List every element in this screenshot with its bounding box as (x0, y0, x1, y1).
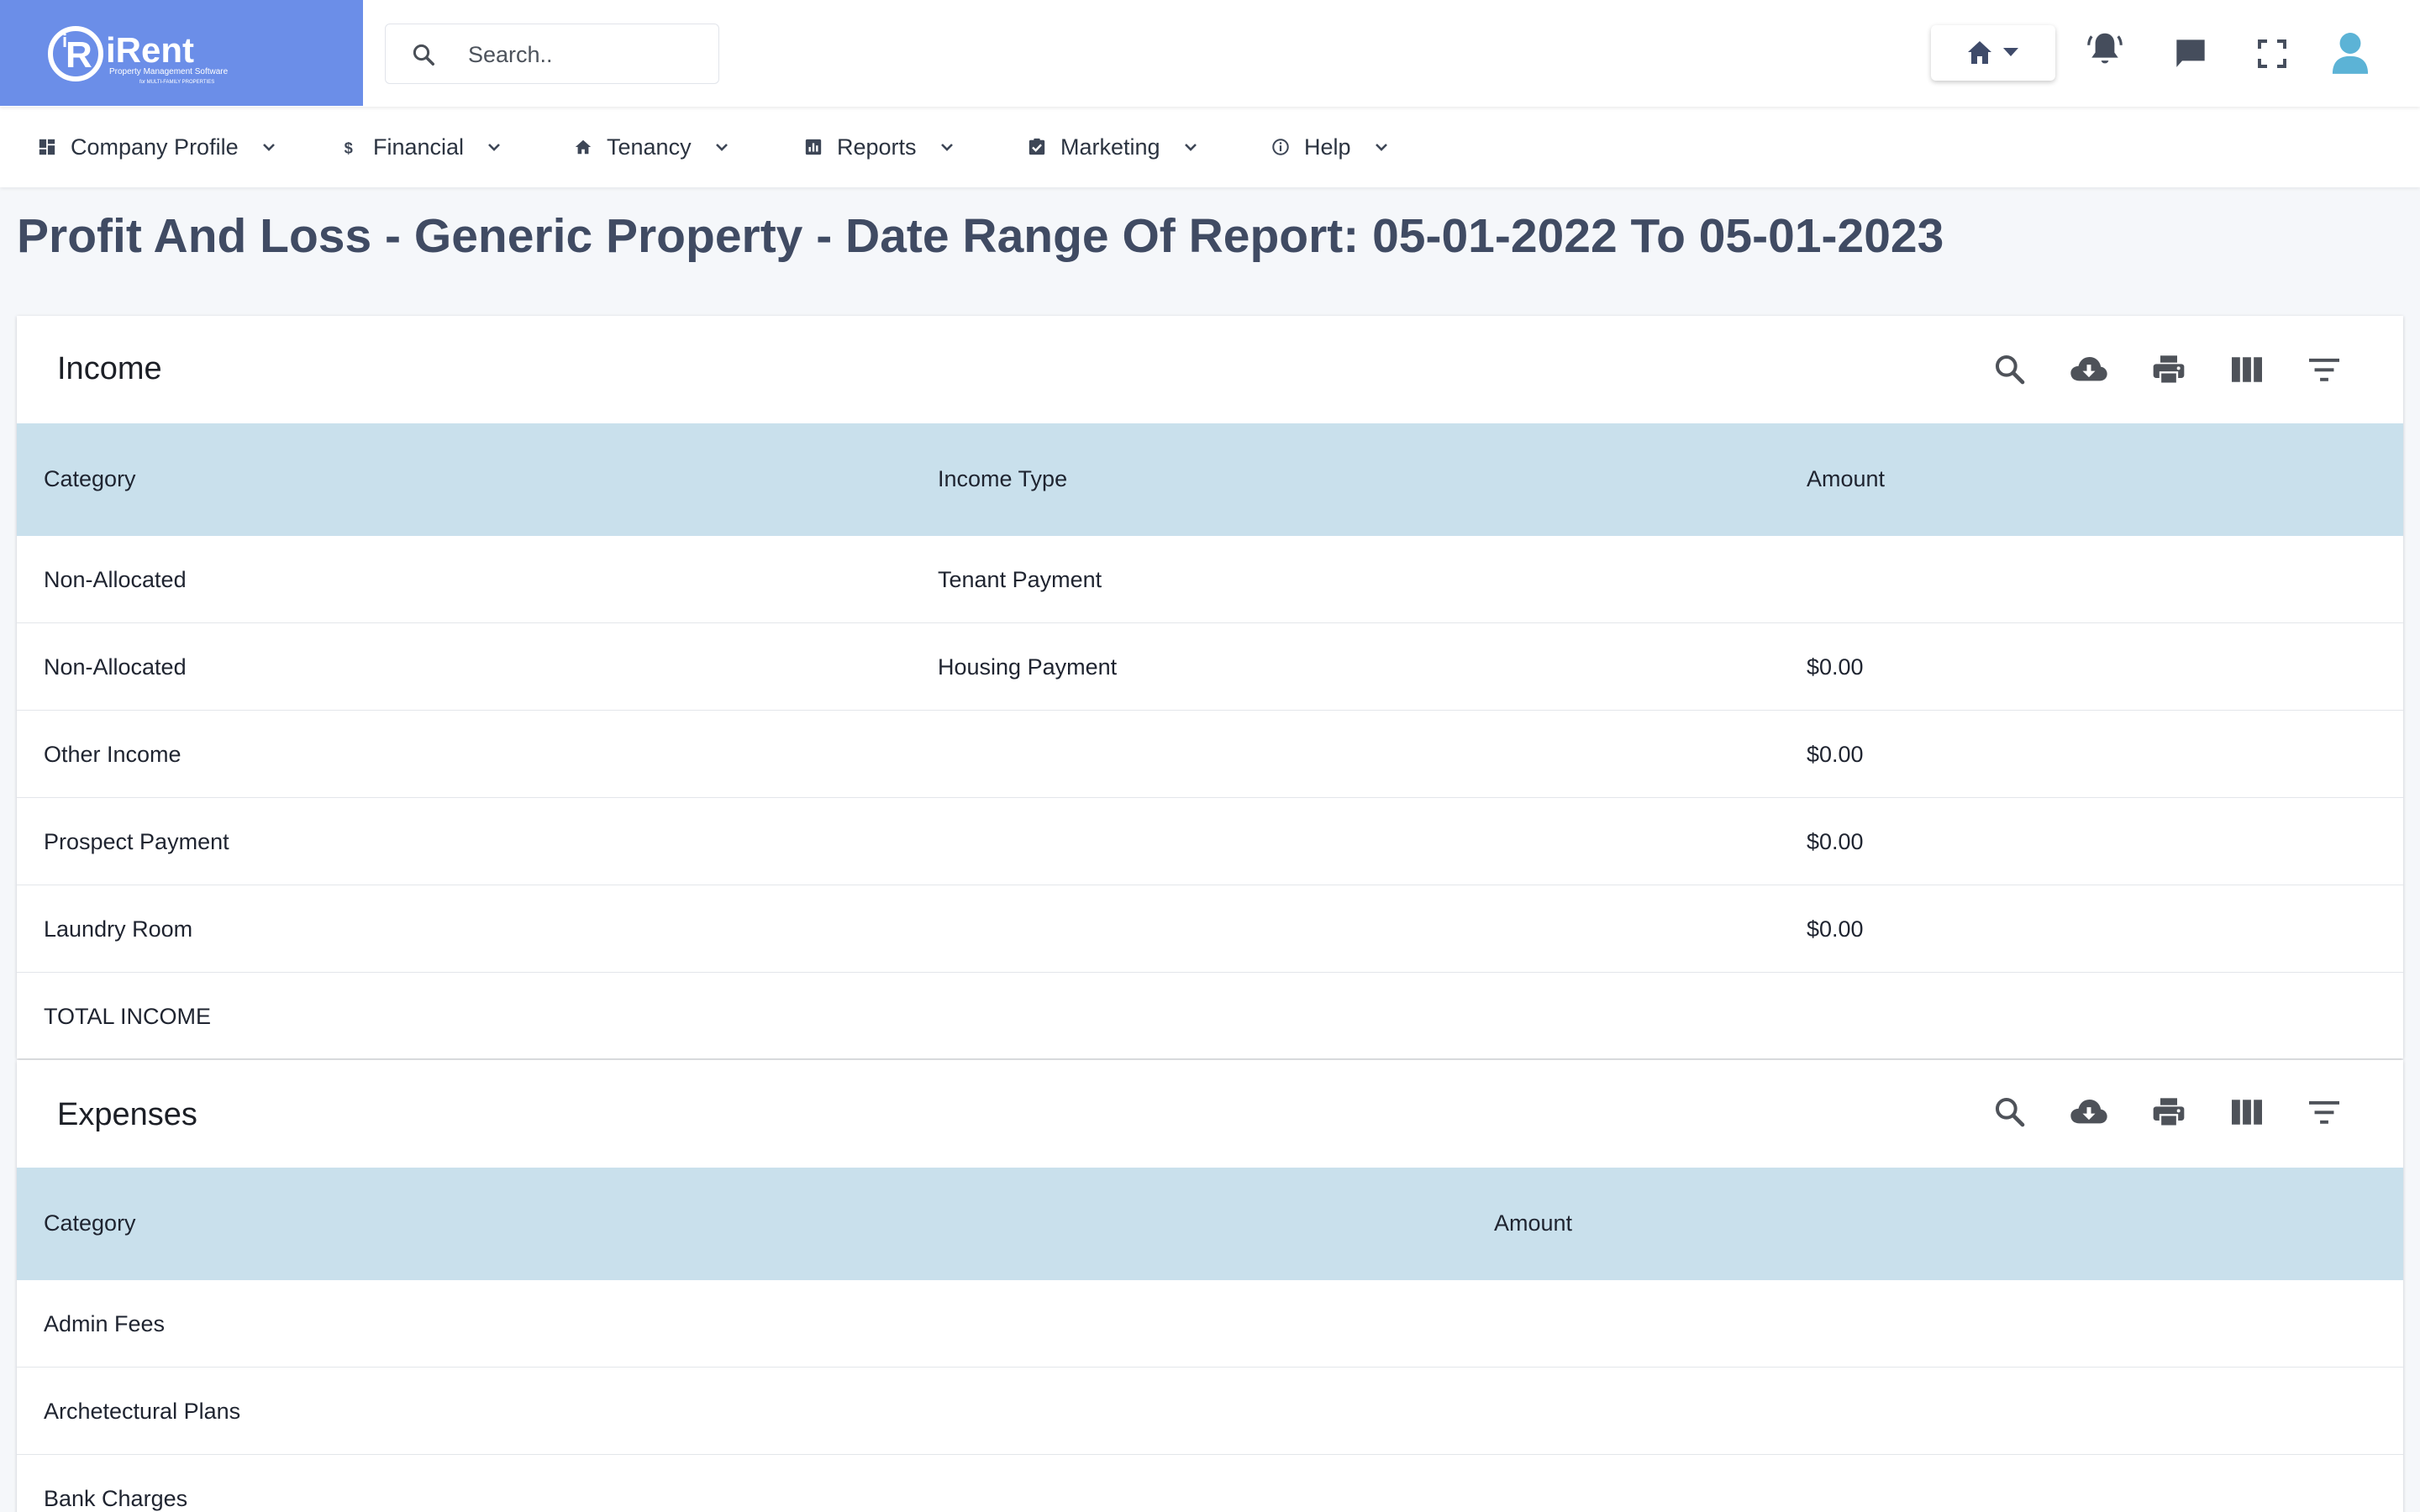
cloud-download-icon[interactable] (2069, 353, 2109, 386)
cell-category: Prospect Payment (44, 829, 229, 854)
income-table-title: Income (57, 351, 162, 386)
table-row: Bank Charges (17, 1455, 2403, 1512)
cell-amount: $0.00 (1807, 916, 1864, 942)
column-header-category[interactable]: Category (44, 466, 136, 492)
user-icon[interactable] (2331, 30, 2370, 76)
income-table-header: Category Income Type Amount (17, 423, 2403, 536)
search-box[interactable] (385, 24, 719, 84)
filter-icon[interactable] (2307, 354, 2341, 385)
search-icon (413, 44, 434, 66)
svg-text:for MULTI-FAMILY PROPERTIES: for MULTI-FAMILY PROPERTIES (139, 80, 214, 85)
cell-income-type: Housing Payment (938, 654, 1118, 680)
table-row: Laundry Room $0.00 (17, 885, 2403, 973)
expenses-table-header: Category Amount (17, 1168, 2403, 1280)
chat-icon[interactable] (2173, 37, 2208, 71)
nav-label: Marketing (1060, 134, 1160, 160)
table-row: Non-Allocated Tenant Payment (17, 536, 2403, 623)
nav-help[interactable]: Help (1270, 132, 1390, 162)
info-icon (1270, 137, 1291, 157)
chevron-down-icon (486, 141, 502, 153)
search-icon[interactable] (1993, 1095, 2027, 1129)
cell-category: Non-Allocated (44, 567, 187, 592)
print-icon[interactable] (2151, 353, 2186, 386)
nav-label: Reports (837, 134, 917, 160)
svg-text:R: R (66, 34, 92, 76)
total-income-row: TOTAL INCOME (17, 973, 2403, 1060)
page-title: Profit And Loss - Generic Property - Dat… (17, 209, 1944, 263)
columns-icon[interactable] (2230, 354, 2264, 385)
dashboard-icon (37, 137, 57, 157)
cell-category: TOTAL INCOME (44, 1004, 212, 1029)
table-row: Admin Fees (17, 1280, 2403, 1368)
fullscreen-icon[interactable] (2257, 39, 2287, 69)
nav-company-profile[interactable]: Company Profile (37, 132, 277, 162)
search-input[interactable] (468, 39, 703, 70)
caret-down-icon (2003, 48, 2018, 56)
nav-tenancy[interactable]: Tenancy (573, 132, 730, 162)
nav-label: Financial (373, 134, 465, 160)
svg-text:Property Management Software: Property Management Software (109, 67, 229, 76)
main-nav: Company Profile $ Financial Tenancy Repo… (0, 107, 2420, 187)
bell-icon[interactable] (2087, 30, 2123, 69)
home-icon (573, 137, 593, 157)
filter-icon[interactable] (2307, 1097, 2341, 1127)
checkbox-icon (1027, 137, 1047, 157)
brand-logo[interactable]: R i iRent Property Management Software f… (0, 0, 363, 106)
column-header-income-type[interactable]: Income Type (938, 466, 1067, 492)
cell-category: Bank Charges (44, 1486, 188, 1511)
cell-category: Admin Fees (44, 1311, 166, 1336)
print-icon[interactable] (2151, 1095, 2186, 1129)
nav-financial[interactable]: $ Financial (339, 132, 502, 162)
nav-label: Tenancy (607, 134, 692, 160)
home-icon (1968, 41, 2018, 64)
cell-category: Other Income (44, 742, 182, 767)
nav-label: Company Profile (71, 134, 239, 160)
cell-income-type: Tenant Payment (938, 567, 1102, 592)
svg-text:iRent: iRent (106, 30, 194, 70)
chart-icon (803, 137, 823, 157)
cell-amount: $0.00 (1807, 742, 1864, 767)
chevron-down-icon (939, 141, 955, 153)
income-table-card: Income Category Income Type Amount Non-A… (17, 316, 2403, 1058)
column-header-amount[interactable]: Amount (1494, 1210, 1572, 1236)
property-home-dropdown[interactable] (1931, 25, 2055, 81)
svg-text:$: $ (345, 139, 353, 156)
column-header-amount[interactable]: Amount (1807, 466, 1885, 492)
cell-category: Archetectural Plans (44, 1399, 241, 1424)
nav-marketing[interactable]: Marketing (1027, 132, 1199, 162)
top-header: R i iRent Property Management Software f… (0, 0, 2420, 107)
table-row: Prospect Payment $0.00 (17, 798, 2403, 885)
chevron-down-icon (1373, 141, 1390, 153)
expenses-table-card: Expenses Category Amount Admin Fees Arch… (17, 1060, 2403, 1512)
chevron-down-icon (713, 141, 730, 153)
svg-text:i: i (62, 30, 67, 51)
irent-logo-icon: R i iRent Property Management Software f… (48, 26, 229, 85)
column-header-category[interactable]: Category (44, 1210, 136, 1236)
nav-label: Help (1304, 134, 1351, 160)
cell-amount: $0.00 (1807, 654, 1864, 680)
dollar-icon: $ (339, 137, 360, 157)
chevron-down-icon (260, 141, 277, 153)
table-row: Archetectural Plans (17, 1368, 2403, 1455)
cloud-download-icon[interactable] (2069, 1095, 2109, 1129)
search-icon[interactable] (1993, 353, 2027, 386)
chevron-down-icon (1182, 141, 1199, 153)
cell-amount: $0.00 (1807, 829, 1864, 854)
table-row: Other Income $0.00 (17, 711, 2403, 798)
cell-category: Non-Allocated (44, 654, 187, 680)
table-row: Non-Allocated Housing Payment $0.00 (17, 623, 2403, 711)
expenses-table-title: Expenses (57, 1097, 197, 1132)
cell-category: Laundry Room (44, 916, 193, 942)
nav-reports[interactable]: Reports (803, 132, 955, 162)
columns-icon[interactable] (2230, 1097, 2264, 1127)
